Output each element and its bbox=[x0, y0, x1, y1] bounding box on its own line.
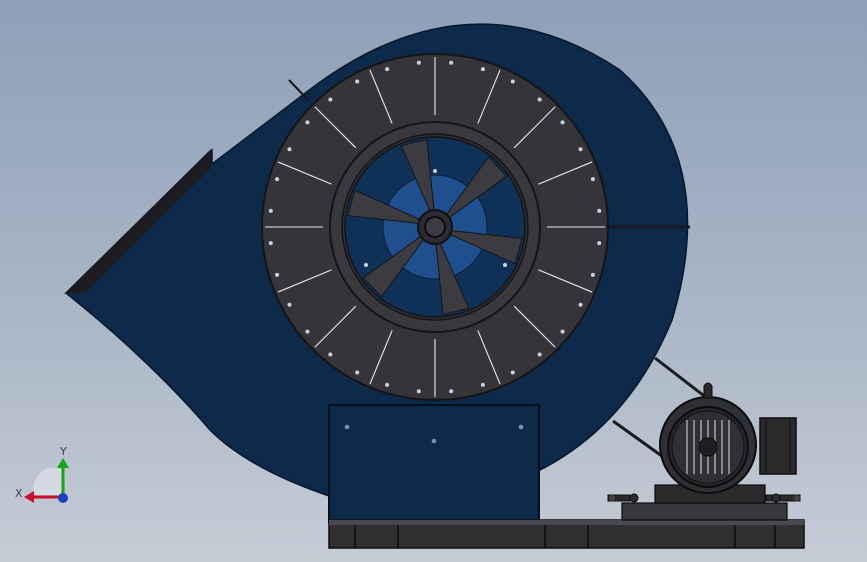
impeller-bolt bbox=[416, 60, 421, 65]
pedestal-support bbox=[328, 404, 540, 524]
impeller-bolt bbox=[578, 147, 583, 152]
impeller-bolt bbox=[328, 97, 333, 102]
impeller-bolt bbox=[268, 241, 273, 246]
impeller-bolt bbox=[480, 67, 485, 72]
impeller-bolt bbox=[355, 79, 360, 84]
y-axis-arrowhead bbox=[57, 458, 69, 468]
impeller-disc bbox=[261, 53, 609, 401]
impeller-bolt bbox=[385, 67, 390, 72]
impeller-bolt bbox=[480, 382, 485, 387]
impeller-bolt bbox=[328, 352, 333, 357]
x-axis-label: X bbox=[15, 487, 23, 500]
lifting-eye bbox=[703, 382, 713, 399]
electric-motor bbox=[654, 382, 797, 504]
x-axis-arrowhead bbox=[24, 491, 34, 503]
impeller-bolt bbox=[590, 272, 595, 277]
impeller-bolt bbox=[510, 79, 515, 84]
y-axis-label: Y bbox=[59, 445, 67, 458]
impeller-bolt bbox=[578, 302, 583, 307]
impeller-bolt bbox=[597, 241, 602, 246]
z-axis-indicator bbox=[58, 493, 68, 503]
impeller-bolt bbox=[305, 329, 310, 334]
impeller-bolt bbox=[275, 272, 280, 277]
impeller-bolt bbox=[537, 97, 542, 102]
impeller-bolt bbox=[537, 352, 542, 357]
triad-plane-shading bbox=[33, 467, 63, 495]
impeller-bolt bbox=[275, 177, 280, 182]
impeller-bolt bbox=[355, 370, 360, 375]
view-triad[interactable]: Y X bbox=[15, 445, 69, 503]
impeller-bolt bbox=[305, 120, 310, 125]
cad-viewport[interactable]: Y X bbox=[0, 0, 867, 562]
impeller-bolt bbox=[449, 389, 454, 394]
impeller-bolt bbox=[560, 329, 565, 334]
impeller-bolt bbox=[385, 382, 390, 387]
impeller-bolt bbox=[597, 208, 602, 213]
terminal-box bbox=[759, 417, 797, 475]
impeller-bolt bbox=[590, 177, 595, 182]
impeller-bolt bbox=[416, 389, 421, 394]
impeller-bolt bbox=[287, 147, 292, 152]
impeller-bolt bbox=[560, 120, 565, 125]
impeller-bolt bbox=[287, 302, 292, 307]
impeller-bolt bbox=[268, 208, 273, 213]
impeller-bolt bbox=[510, 370, 515, 375]
impeller-bolt bbox=[449, 60, 454, 65]
fan-assembly-model[interactable]: Y X bbox=[0, 0, 867, 562]
